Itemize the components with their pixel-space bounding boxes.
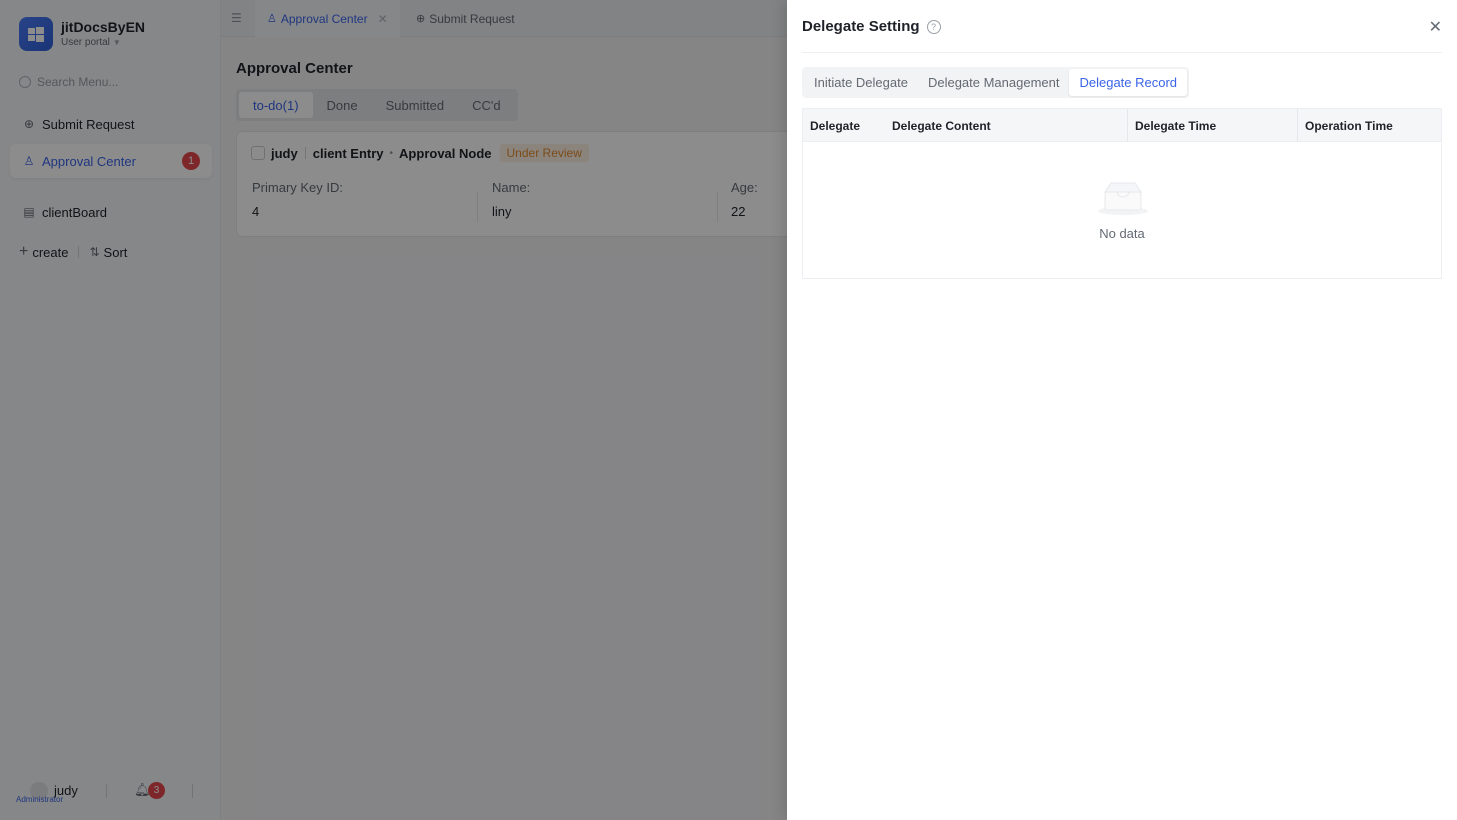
- divider: [802, 52, 1442, 53]
- tab-initiate-delegate[interactable]: Initiate Delegate: [804, 69, 918, 96]
- drawer-title: Delegate Setting ?: [802, 18, 941, 35]
- column-header-delegate-time: Delegate Time: [1135, 118, 1217, 133]
- delegate-setting-drawer: Delegate Setting ? ✕ Initiate Delegate D…: [787, 0, 1457, 820]
- empty-box-icon: [1098, 182, 1148, 215]
- tab-delegate-management[interactable]: Delegate Management: [918, 69, 1070, 96]
- column-header-delegate: Delegate: [810, 118, 861, 133]
- delegate-record-table: Delegate Delegate Content Delegate Time …: [802, 108, 1442, 279]
- empty-state: No data: [803, 142, 1441, 279]
- column-header-delegate-content: Delegate Content: [892, 118, 991, 133]
- column-header-operation-time: Operation Time: [1305, 118, 1393, 133]
- drawer-title-text: Delegate Setting: [802, 18, 920, 35]
- close-icon[interactable]: ✕: [1429, 17, 1442, 37]
- tab-delegate-record[interactable]: Delegate Record: [1069, 69, 1188, 96]
- table-header: Delegate Delegate Content Delegate Time …: [803, 109, 1441, 142]
- modal-mask[interactable]: [0, 0, 787, 820]
- help-icon[interactable]: ?: [926, 19, 941, 34]
- delegate-tabs: Initiate Delegate Delegate Management De…: [802, 67, 1190, 98]
- empty-text: No data: [1099, 226, 1145, 241]
